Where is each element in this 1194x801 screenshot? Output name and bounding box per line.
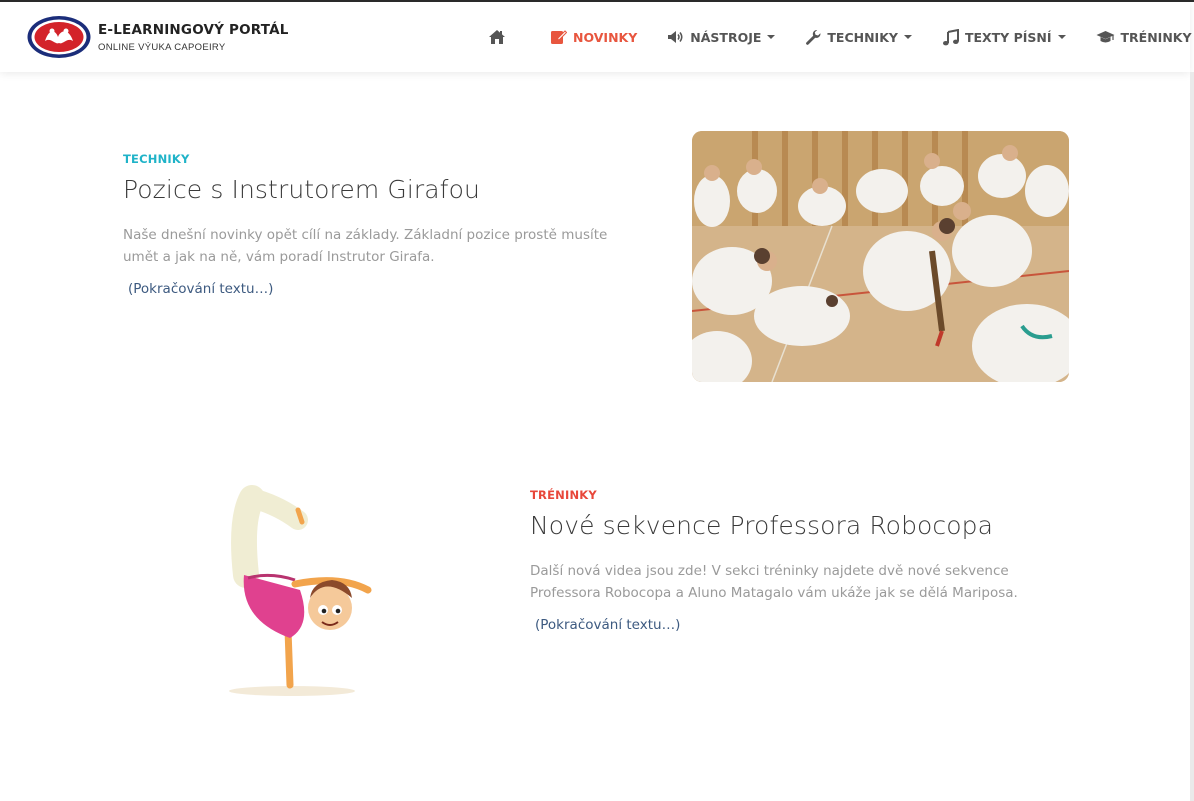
article-excerpt-line: Professora Robocopa a Aluno Matagalo vám…	[530, 585, 1018, 601]
article-category[interactable]: TECHNIKY	[123, 152, 190, 166]
read-more-link[interactable]: (Pokračování textu…)	[128, 281, 273, 297]
brand-logo-link[interactable]: E-LEARNINGOVÝ PORTÁL ONLINE VÝUKA CAPOEI…	[27, 15, 289, 59]
logo-icon	[27, 16, 91, 58]
article-excerpt-line: Další nová videa jsou zde! V sekci tréni…	[530, 563, 1009, 579]
main-nav: NOVINKY NÁSTROJE TECHNIKY TEXTY PÍSNÍ TR…	[480, 2, 1194, 72]
nav-novinky-label: NOVINKY	[573, 29, 638, 45]
chevron-down-icon	[767, 35, 776, 39]
nav-texty-pisni[interactable]: TEXTY PÍSNÍ	[927, 2, 1081, 72]
nav-nastroje[interactable]: NÁSTROJE	[652, 2, 790, 72]
scrollbar[interactable]	[1190, 72, 1194, 801]
music-icon	[942, 28, 959, 45]
home-icon	[489, 30, 505, 44]
nav-texty-pisni-label: TEXTY PÍSNÍ	[964, 29, 1052, 45]
article-photo[interactable]	[692, 131, 1069, 382]
capoeira-training-photo	[692, 131, 1069, 382]
chevron-down-icon	[903, 35, 912, 39]
nav-treninky[interactable]: TRÉNINKY	[1081, 2, 1194, 72]
nav-home[interactable]	[480, 2, 512, 72]
nav-techniky-label: TECHNIKY	[827, 29, 898, 45]
read-more-link[interactable]: (Pokračování textu…)	[535, 617, 680, 633]
nav-techniky[interactable]: TECHNIKY	[790, 2, 927, 72]
chevron-down-icon	[1057, 35, 1066, 39]
article-title[interactable]: Pozice s Instrutorem Girafou	[123, 175, 480, 204]
article-excerpt: Naše dnešní novinky opět cílí na základy…	[123, 224, 663, 268]
article-category[interactable]: TRÉNINKY	[530, 488, 597, 502]
article-excerpt: Další nová videa jsou zde! V sekci tréni…	[530, 560, 1130, 604]
article-excerpt-line: umět a jak na ně, vám poradí Instrutor G…	[123, 249, 435, 265]
article-excerpt-line: Naše dnešní novinky opět cílí na základy…	[123, 227, 608, 243]
article-title[interactable]: Nové sekvence Professora Robocopa	[530, 511, 993, 540]
nav-treninky-label: TRÉNINKY	[1120, 29, 1192, 45]
volume-icon	[668, 31, 683, 43]
nav-nastroje-label: NÁSTROJE	[690, 29, 762, 45]
brand-title: E-LEARNINGOVÝ PORTÁL	[98, 21, 289, 38]
article-illustration[interactable]	[200, 480, 400, 710]
capoeira-handstand-illustration	[229, 485, 372, 696]
graduation-cap-icon	[1096, 30, 1115, 42]
brand-subtitle: ONLINE VÝUKA CAPOEIRY	[98, 41, 226, 53]
edit-icon	[551, 30, 567, 44]
wrench-icon	[806, 30, 821, 45]
nav-novinky[interactable]: NOVINKY	[535, 2, 652, 72]
